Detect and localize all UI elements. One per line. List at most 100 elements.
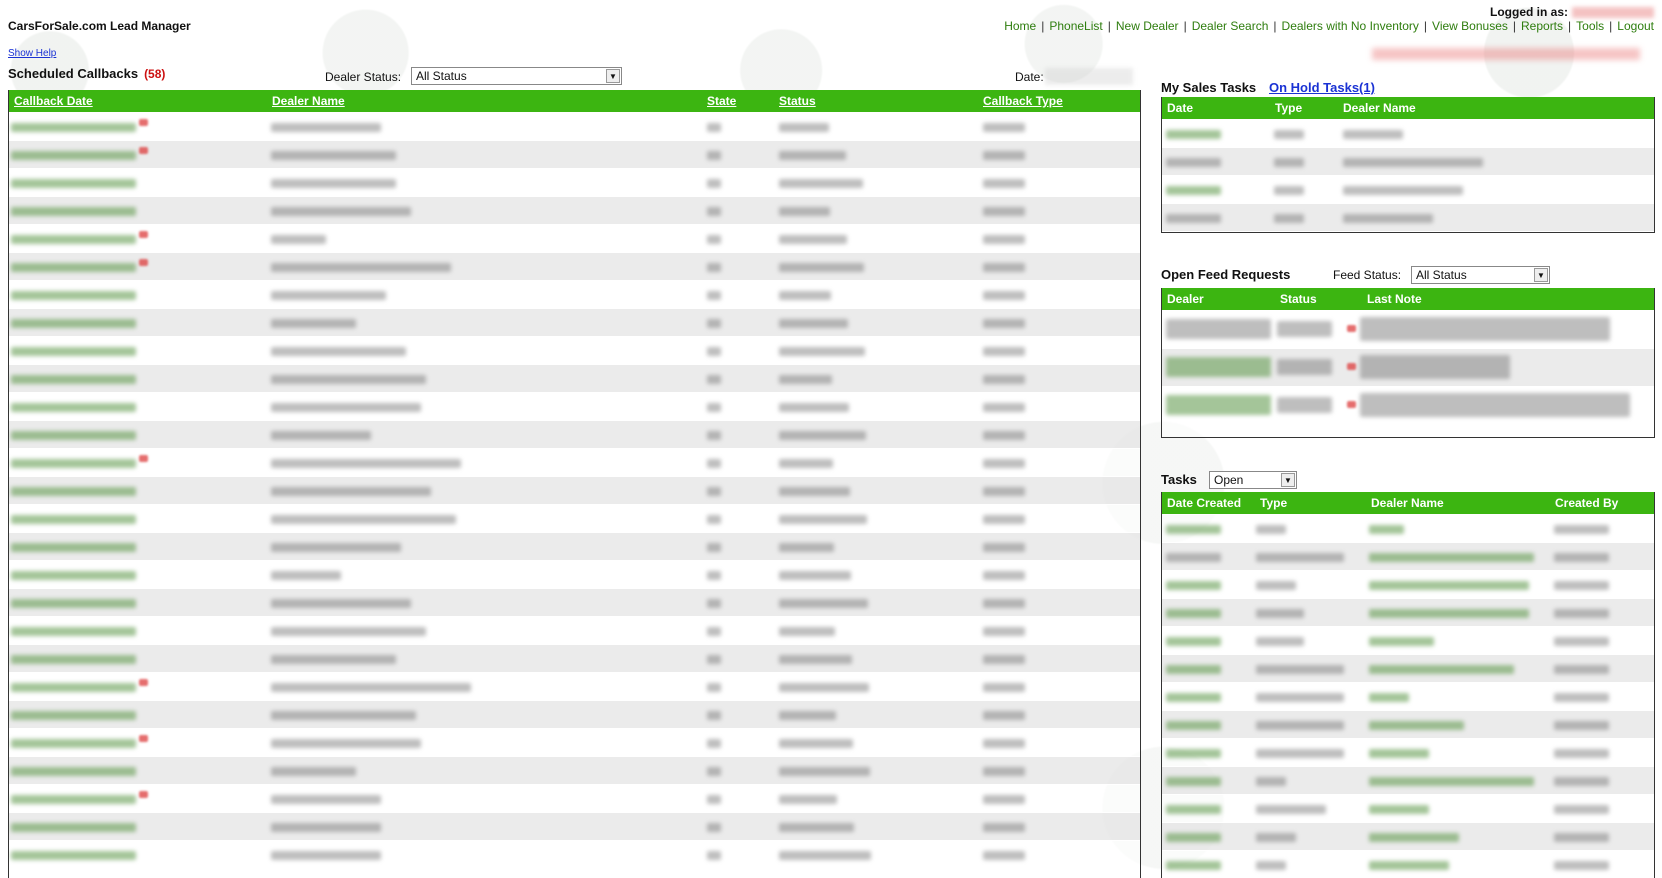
table-row[interactable] xyxy=(9,308,1140,336)
table-row[interactable] xyxy=(9,140,1140,168)
callback-date-link[interactable] xyxy=(11,739,136,748)
table-row[interactable] xyxy=(9,672,1140,700)
feed-dealer-link[interactable] xyxy=(1166,357,1271,377)
nav-home[interactable]: Home xyxy=(1004,19,1036,33)
callback-date-link[interactable] xyxy=(11,263,136,272)
table-row[interactable] xyxy=(1162,626,1654,654)
table-row[interactable] xyxy=(9,756,1140,784)
date-created-link[interactable] xyxy=(1166,609,1221,618)
table-row[interactable] xyxy=(9,420,1140,448)
table-row[interactable] xyxy=(1162,203,1654,231)
feed-dealer-link[interactable] xyxy=(1166,319,1271,339)
task-dealer-link[interactable] xyxy=(1369,777,1534,786)
table-row[interactable] xyxy=(1162,710,1654,738)
table-row[interactable] xyxy=(1162,570,1654,598)
task-date-link[interactable] xyxy=(1166,158,1221,167)
task-date-link[interactable] xyxy=(1166,214,1221,223)
table-row[interactable] xyxy=(1162,766,1654,794)
date-created-link[interactable] xyxy=(1166,861,1221,870)
nav-phonelist[interactable]: PhoneList xyxy=(1049,19,1102,33)
nav-view-bonuses[interactable]: View Bonuses xyxy=(1432,19,1508,33)
task-dealer-link[interactable] xyxy=(1369,553,1534,562)
table-row[interactable] xyxy=(9,588,1140,616)
table-row[interactable] xyxy=(9,560,1140,588)
table-row[interactable] xyxy=(9,784,1140,812)
table-row[interactable] xyxy=(1162,682,1654,710)
table-row[interactable] xyxy=(9,112,1140,140)
table-row[interactable] xyxy=(1162,514,1654,542)
callback-date-link[interactable] xyxy=(11,431,136,440)
task-dealer-link[interactable] xyxy=(1369,833,1459,842)
nav-reports[interactable]: Reports xyxy=(1521,19,1563,33)
callback-date-link[interactable] xyxy=(11,627,136,636)
on-hold-tasks-link[interactable]: On Hold Tasks(1) xyxy=(1269,80,1375,95)
callback-date-link[interactable] xyxy=(11,151,136,160)
col-state[interactable]: State xyxy=(707,94,736,108)
date-created-link[interactable] xyxy=(1166,833,1221,842)
nav-tools[interactable]: Tools xyxy=(1576,19,1604,33)
date-created-link[interactable] xyxy=(1166,749,1221,758)
logged-in-user-redacted[interactable] xyxy=(1572,7,1654,19)
task-dealer-link[interactable] xyxy=(1369,805,1429,814)
task-dealer-link[interactable] xyxy=(1369,637,1434,646)
task-dealer-link[interactable] xyxy=(1369,525,1404,534)
table-row[interactable] xyxy=(9,252,1140,280)
date-created-link[interactable] xyxy=(1166,805,1221,814)
task-dealer-link[interactable] xyxy=(1369,581,1529,590)
table-row[interactable] xyxy=(9,476,1140,504)
task-date-link[interactable] xyxy=(1166,130,1221,139)
callback-date-link[interactable] xyxy=(11,767,136,776)
table-row[interactable] xyxy=(9,504,1140,532)
callback-date-link[interactable] xyxy=(11,543,136,552)
callback-date-link[interactable] xyxy=(11,179,136,188)
callback-date-link[interactable] xyxy=(11,711,136,720)
chevron-down-icon[interactable]: ▼ xyxy=(1281,473,1295,487)
table-row[interactable] xyxy=(1162,850,1654,878)
date-created-link[interactable] xyxy=(1166,777,1221,786)
feed-status-select[interactable]: All Status ▼ xyxy=(1411,266,1550,284)
table-row[interactable] xyxy=(9,392,1140,420)
table-row[interactable] xyxy=(9,168,1140,196)
table-row[interactable] xyxy=(9,280,1140,308)
table-row[interactable] xyxy=(9,812,1140,840)
table-row[interactable] xyxy=(1162,386,1654,424)
table-row[interactable] xyxy=(1162,119,1654,147)
callback-date-link[interactable] xyxy=(11,347,136,356)
table-row[interactable] xyxy=(9,728,1140,756)
callback-date-link[interactable] xyxy=(11,403,136,412)
callback-date-link[interactable] xyxy=(11,123,136,132)
callback-date-link[interactable] xyxy=(11,487,136,496)
table-row[interactable] xyxy=(9,644,1140,672)
table-row[interactable] xyxy=(1162,542,1654,570)
callback-date-link[interactable] xyxy=(11,459,136,468)
table-row[interactable] xyxy=(9,336,1140,364)
date-created-link[interactable] xyxy=(1166,721,1221,730)
chevron-down-icon[interactable]: ▼ xyxy=(1534,268,1548,282)
task-dealer-link[interactable] xyxy=(1369,693,1409,702)
table-row[interactable] xyxy=(9,700,1140,728)
callback-date-link[interactable] xyxy=(11,823,136,832)
table-row[interactable] xyxy=(1162,794,1654,822)
callback-date-link[interactable] xyxy=(11,683,136,692)
task-date-link[interactable] xyxy=(1166,186,1221,195)
date-created-link[interactable] xyxy=(1166,693,1221,702)
nav-dealers-with-no-inventory[interactable]: Dealers with No Inventory xyxy=(1282,19,1419,33)
table-row[interactable] xyxy=(1162,598,1654,626)
date-created-link[interactable] xyxy=(1166,665,1221,674)
table-row[interactable] xyxy=(9,840,1140,868)
table-row[interactable] xyxy=(9,364,1140,392)
col-dealer-name[interactable]: Dealer Name xyxy=(272,94,345,108)
feed-dealer-link[interactable] xyxy=(1166,395,1271,415)
table-row[interactable] xyxy=(1162,147,1654,175)
callback-date-link[interactable] xyxy=(11,795,136,804)
table-row[interactable] xyxy=(1162,348,1654,386)
task-dealer-link[interactable] xyxy=(1369,721,1464,730)
date-input[interactable] xyxy=(1045,68,1133,85)
table-row[interactable] xyxy=(9,224,1140,252)
callback-date-link[interactable] xyxy=(11,291,136,300)
callback-date-link[interactable] xyxy=(11,235,136,244)
table-row[interactable] xyxy=(9,616,1140,644)
show-help-link[interactable]: Show Help xyxy=(8,48,56,59)
callback-date-link[interactable] xyxy=(11,319,136,328)
task-dealer-link[interactable] xyxy=(1369,861,1449,870)
